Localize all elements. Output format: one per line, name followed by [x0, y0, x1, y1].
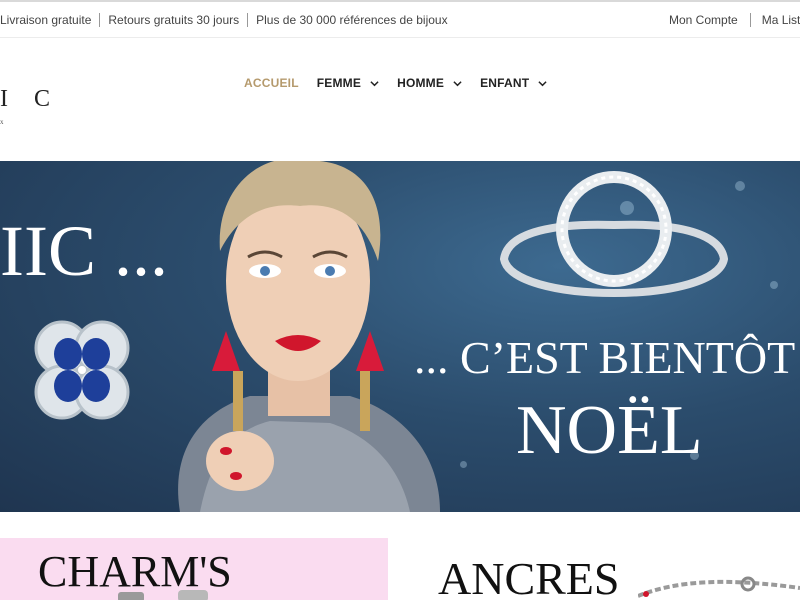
site-logo[interactable]: I C — [0, 86, 60, 113]
nav-item-enfant[interactable]: ENFANT — [480, 76, 547, 90]
bokeh-dot — [460, 461, 467, 468]
nav-item-femme[interactable]: FEMME — [317, 76, 379, 90]
promo-list: Livraison gratuite Retours gratuits 30 j… — [0, 2, 456, 37]
hero-headline-mid: ... C’EST BIENTÔT — [414, 332, 796, 383]
anchor-bracelet-image — [638, 576, 800, 598]
logo-tagline: x — [0, 118, 4, 126]
clover-pendant-image — [34, 320, 130, 420]
chevron-down-icon — [453, 80, 462, 86]
chevron-down-icon — [370, 80, 379, 86]
charm-product-image — [118, 590, 208, 600]
nav-item-accueil[interactable]: ACCUEIL — [244, 76, 299, 90]
nav-label: ENFANT — [480, 76, 530, 90]
nav-label: HOMME — [397, 76, 445, 90]
promo-free-returns: Retours gratuits 30 jours — [99, 12, 247, 27]
ring-image — [499, 171, 729, 298]
hero-headline-left: IIC ... — [0, 211, 168, 291]
ancres-tile[interactable]: ANCRES — [410, 538, 800, 600]
bokeh-dot — [770, 281, 778, 289]
promo-free-shipping: Livraison gratuite — [0, 12, 92, 27]
model-portrait — [178, 161, 440, 512]
utility-bar: Livraison gratuite Retours gratuits 30 j… — [0, 2, 800, 38]
chevron-down-icon — [538, 80, 547, 86]
ancres-tile-title: ANCRES — [438, 553, 620, 600]
my-account-link[interactable]: Mon Compte — [669, 13, 738, 27]
nav-label: ACCUEIL — [244, 76, 299, 90]
promo-references: Plus de 30 000 références de bijoux — [247, 12, 455, 27]
charms-tile[interactable]: CHARM'S — [0, 538, 388, 600]
account-separator — [749, 12, 751, 27]
nav-label: FEMME — [316, 76, 362, 90]
bokeh-dot — [735, 181, 745, 191]
hero-headline-main: NOËL — [516, 392, 703, 469]
nav-item-homme[interactable]: HOMME — [397, 76, 462, 90]
main-nav: ACCUEIL FEMME HOMME ENFANT — [244, 76, 565, 90]
wishlist-link[interactable]: Ma Liste D — [762, 13, 800, 27]
site-header: I C x ACCUEIL FEMME HOMME ENFANT — [0, 38, 800, 160]
hero-banner[interactable]: IIC ... ... C’EST BIENTÔT NOËL — [0, 161, 800, 512]
account-links: Mon Compte Ma Liste D — [669, 2, 800, 37]
